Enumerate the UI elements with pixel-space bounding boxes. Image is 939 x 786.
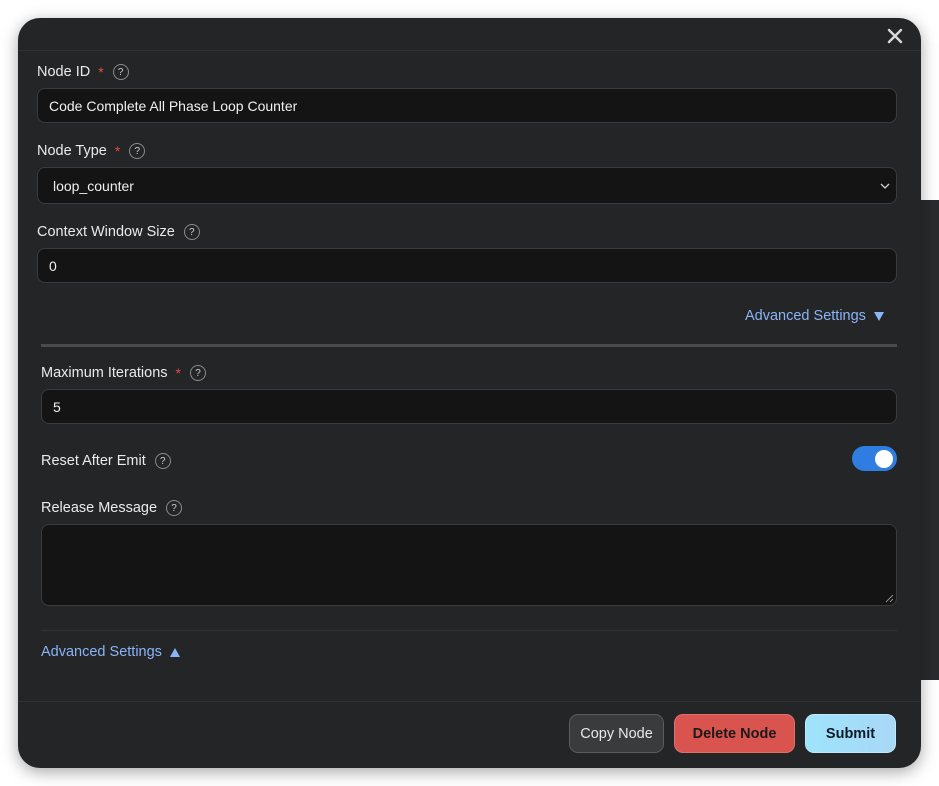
dialog-header xyxy=(18,18,921,51)
node-id-label: Node ID * ? xyxy=(37,64,129,80)
triangle-up-icon xyxy=(169,647,180,657)
release-message-textarea[interactable] xyxy=(41,524,897,606)
advanced-settings-toggle[interactable]: Advanced Settings xyxy=(745,308,884,324)
help-icon[interactable]: ? xyxy=(189,365,206,381)
required-marker: * xyxy=(114,143,121,159)
close-icon xyxy=(887,28,903,44)
node-id-input[interactable]: Code Complete All Phase Loop Counter xyxy=(37,88,897,123)
context-window-label: Context Window Size ? xyxy=(37,224,200,240)
context-window-value: 0 xyxy=(49,257,57,274)
help-icon[interactable]: ? xyxy=(183,224,200,240)
required-marker: * xyxy=(98,64,104,80)
resize-handle-icon[interactable] xyxy=(885,594,894,603)
node-type-select[interactable]: loop_counter xyxy=(37,167,897,204)
max-iterations-label: Maximum Iterations * ? xyxy=(41,365,206,381)
release-message-label-text: Release Message xyxy=(41,500,158,516)
node-id-value: Code Complete All Phase Loop Counter xyxy=(49,97,298,114)
triangle-down-icon xyxy=(873,311,884,321)
help-icon[interactable]: ? xyxy=(112,64,129,80)
reset-after-emit-label: Reset After Emit ? xyxy=(41,453,171,469)
toggle-knob xyxy=(875,449,893,468)
advanced-settings-label: Advanced Settings xyxy=(41,644,162,660)
copy-node-button[interactable]: Copy Node xyxy=(569,714,664,753)
chevron-down-icon xyxy=(880,183,890,189)
node-settings-dialog: Node ID * ? Code Complete All Phase Loop… xyxy=(18,18,921,768)
max-iterations-label-text: Maximum Iterations xyxy=(41,365,168,381)
release-message-label: Release Message ? xyxy=(41,500,183,516)
dialog-footer: Copy Node Delete Node Submit xyxy=(18,701,921,768)
delete-node-button[interactable]: Delete Node xyxy=(674,714,795,753)
submit-button[interactable]: Submit xyxy=(805,714,896,753)
context-window-label-text: Context Window Size xyxy=(37,224,175,240)
node-type-label: Node Type * ? xyxy=(37,143,146,159)
context-window-input[interactable]: 0 xyxy=(37,248,897,283)
advanced-settings-collapse[interactable]: Advanced Settings xyxy=(41,644,180,660)
node-type-value: loop_counter xyxy=(53,177,134,194)
max-iterations-input[interactable]: 5 xyxy=(41,389,897,424)
section-divider xyxy=(41,630,897,631)
node-id-label-text: Node ID xyxy=(37,64,91,80)
help-icon[interactable]: ? xyxy=(154,453,171,469)
node-type-label-text: Node Type xyxy=(37,143,107,159)
advanced-section-divider xyxy=(41,344,897,347)
help-icon[interactable]: ? xyxy=(129,143,146,159)
advanced-settings-label: Advanced Settings xyxy=(745,308,866,324)
help-icon[interactable]: ? xyxy=(166,500,183,516)
close-button[interactable] xyxy=(885,26,905,46)
reset-after-emit-label-text: Reset After Emit xyxy=(41,453,146,469)
reset-after-emit-toggle[interactable] xyxy=(852,446,897,471)
required-marker: * xyxy=(175,365,181,381)
max-iterations-value: 5 xyxy=(53,398,61,415)
